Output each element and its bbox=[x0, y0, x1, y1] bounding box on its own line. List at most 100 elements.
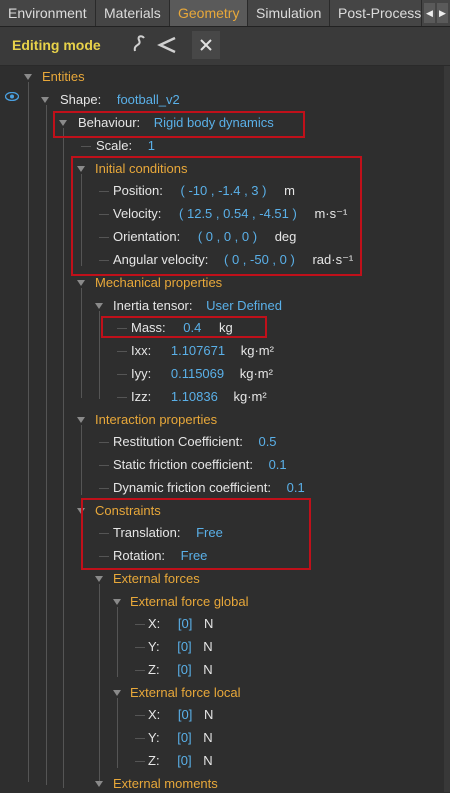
close-icon bbox=[200, 39, 212, 51]
static-friction-label: Static friction coefficient: bbox=[113, 457, 253, 472]
dynamic-friction-value[interactable]: 0.1 bbox=[287, 480, 305, 495]
tab-scroll-left-icon[interactable]: ◀ bbox=[424, 3, 435, 23]
undo-curve-icon[interactable] bbox=[128, 31, 156, 59]
interaction-properties-header[interactable]: Interaction properties bbox=[95, 411, 217, 429]
tree-guide-line bbox=[117, 698, 118, 768]
scale-value[interactable]: 1 bbox=[148, 138, 155, 153]
force-local-y-row[interactable]: Y: [0] N bbox=[148, 729, 213, 747]
force-global-y-label: Y: bbox=[148, 639, 160, 654]
ixx-unit: kg·m² bbox=[240, 343, 274, 358]
ixx-value[interactable]: 1.107671 bbox=[171, 343, 225, 358]
highlight-box bbox=[101, 316, 267, 338]
iyy-unit: kg·m² bbox=[239, 366, 273, 381]
highlight-box bbox=[71, 156, 362, 276]
tab-bar: Environment Materials Geometry Simulatio… bbox=[0, 0, 450, 27]
tree-branch bbox=[99, 442, 109, 443]
force-global-y-value[interactable]: [0] bbox=[177, 639, 191, 654]
scale-row[interactable]: Scale: 1 bbox=[96, 137, 155, 155]
tree-branch bbox=[117, 351, 127, 352]
force-local-y-value[interactable]: [0] bbox=[177, 730, 191, 745]
force-local-z-row[interactable]: Z: [0] N bbox=[148, 752, 213, 770]
izz-row[interactable]: Izz: 1.10836 kg·m² bbox=[131, 388, 267, 406]
force-local-x-value[interactable]: [0] bbox=[178, 707, 192, 722]
tree-branch bbox=[81, 146, 91, 147]
shape-value[interactable]: football_v2 bbox=[117, 92, 180, 107]
dynamic-friction-label: Dynamic friction coefficient: bbox=[113, 480, 271, 495]
force-global-z-label: Z: bbox=[148, 662, 160, 677]
iyy-value[interactable]: 0.115069 bbox=[171, 366, 224, 381]
external-moments-header[interactable]: External moments bbox=[113, 775, 218, 793]
expand-arrow-icon[interactable] bbox=[95, 576, 103, 582]
iyy-label: Iyy: bbox=[131, 366, 152, 381]
tab-materials[interactable]: Materials bbox=[96, 0, 170, 26]
force-local-z-unit: N bbox=[203, 753, 213, 768]
tree-branch bbox=[99, 488, 109, 489]
restitution-label: Restitution Coefficient: bbox=[113, 434, 243, 449]
tree-guide-line bbox=[99, 584, 100, 784]
external-forces-header[interactable]: External forces bbox=[113, 570, 200, 588]
tree-branch bbox=[135, 761, 145, 762]
inertia-tensor-label: Inertia tensor: bbox=[113, 298, 193, 313]
force-local-z-label: Z: bbox=[148, 753, 160, 768]
tree-branch bbox=[135, 624, 145, 625]
tree-guide-line bbox=[81, 425, 82, 495]
highlight-box bbox=[53, 111, 305, 138]
expand-arrow-icon[interactable] bbox=[77, 417, 85, 423]
tab-scroll-right-icon[interactable]: ▶ bbox=[437, 3, 448, 23]
tree-guide-line bbox=[117, 607, 118, 677]
expand-arrow-icon[interactable] bbox=[95, 781, 103, 787]
force-local-x-label: X: bbox=[148, 707, 161, 722]
shape-row[interactable]: Shape: football_v2 bbox=[60, 91, 180, 109]
static-friction-row[interactable]: Static friction coefficient: 0.1 bbox=[113, 456, 287, 474]
expand-arrow-icon[interactable] bbox=[77, 280, 85, 286]
expand-arrow-icon[interactable] bbox=[24, 74, 32, 80]
force-global-x-row[interactable]: X: [0] N bbox=[148, 615, 213, 633]
entities-header[interactable]: Entities bbox=[42, 68, 85, 86]
izz-unit: kg·m² bbox=[233, 389, 267, 404]
force-local-x-unit: N bbox=[204, 707, 214, 722]
close-button[interactable] bbox=[192, 31, 220, 59]
tree-branch bbox=[117, 397, 127, 398]
force-global-y-row[interactable]: Y: [0] N bbox=[148, 638, 213, 656]
tree-scrollbar[interactable] bbox=[444, 66, 450, 792]
force-local-z-value[interactable]: [0] bbox=[177, 753, 191, 768]
izz-label: Izz: bbox=[131, 389, 152, 404]
force-global-z-row[interactable]: Z: [0] N bbox=[148, 661, 213, 679]
external-force-global-header[interactable]: External force global bbox=[130, 593, 249, 611]
expand-arrow-icon[interactable] bbox=[113, 690, 121, 696]
tab-simulation[interactable]: Simulation bbox=[248, 0, 330, 26]
inertia-tensor-value[interactable]: User Defined bbox=[206, 298, 282, 313]
tree-branch bbox=[99, 465, 109, 466]
iyy-row[interactable]: Iyy: 0.115069 kg·m² bbox=[131, 365, 273, 383]
visibility-eye-icon[interactable] bbox=[5, 92, 19, 101]
force-local-y-unit: N bbox=[203, 730, 213, 745]
force-global-z-unit: N bbox=[203, 662, 213, 677]
share-icon[interactable] bbox=[154, 31, 182, 59]
highlight-box bbox=[81, 498, 311, 570]
tree-guide-line bbox=[63, 128, 64, 788]
tree-guide-line bbox=[28, 82, 29, 782]
izz-value[interactable]: 1.10836 bbox=[171, 389, 218, 404]
force-global-z-value[interactable]: [0] bbox=[177, 662, 191, 677]
shape-label: Shape: bbox=[60, 92, 102, 107]
expand-arrow-icon[interactable] bbox=[113, 599, 121, 605]
ixx-row[interactable]: Ixx: 1.107671 kg·m² bbox=[131, 342, 274, 360]
force-global-x-value[interactable]: [0] bbox=[178, 616, 192, 631]
expand-arrow-icon[interactable] bbox=[95, 303, 103, 309]
restitution-row[interactable]: Restitution Coefficient: 0.5 bbox=[113, 433, 277, 451]
static-friction-value[interactable]: 0.1 bbox=[269, 457, 287, 472]
inertia-tensor-row[interactable]: Inertia tensor: User Defined bbox=[113, 297, 282, 315]
dynamic-friction-row[interactable]: Dynamic friction coefficient: 0.1 bbox=[113, 479, 305, 497]
force-global-x-label: X: bbox=[148, 616, 161, 631]
force-local-y-label: Y: bbox=[148, 730, 160, 745]
tab-post-process[interactable]: Post-Process bbox=[330, 0, 422, 26]
editing-mode-label: Editing mode bbox=[12, 37, 101, 53]
restitution-value[interactable]: 0.5 bbox=[258, 434, 276, 449]
mechanical-properties-header[interactable]: Mechanical properties bbox=[95, 274, 222, 292]
tab-environment[interactable]: Environment bbox=[0, 0, 96, 26]
force-local-x-row[interactable]: X: [0] N bbox=[148, 706, 213, 724]
external-force-local-header[interactable]: External force local bbox=[130, 684, 241, 702]
expand-arrow-icon[interactable] bbox=[41, 97, 49, 103]
scale-label: Scale: bbox=[96, 138, 133, 153]
tab-geometry[interactable]: Geometry bbox=[170, 0, 248, 26]
